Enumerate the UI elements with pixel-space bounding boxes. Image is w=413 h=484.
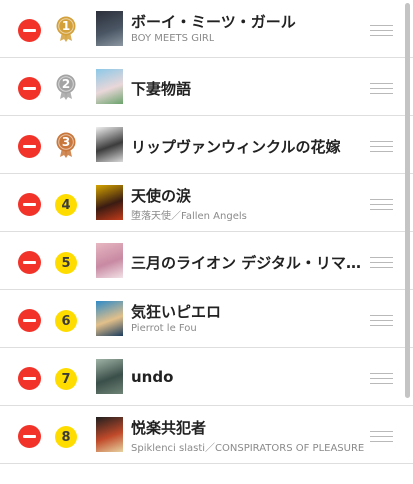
delete-icon[interactable] xyxy=(18,251,41,274)
medal-icon: 3 xyxy=(55,132,77,158)
movie-title: undo xyxy=(131,368,174,386)
medal-icon: 1 xyxy=(55,16,77,42)
drag-handle-icon[interactable] xyxy=(370,431,393,442)
movie-ranking-list: 1 ボーイ・ミーツ・ガール BOY MEETS GIRL 2 下妻物語 3 リップヴァンウィ… xyxy=(0,0,413,484)
delete-icon[interactable] xyxy=(18,425,41,448)
rank-number: 1 xyxy=(61,19,71,33)
drag-handle-icon[interactable] xyxy=(370,83,393,94)
movie-poster-thumbnail xyxy=(96,359,123,394)
rank-badge: 7 xyxy=(55,368,77,390)
drag-handle-icon[interactable] xyxy=(370,141,393,152)
drag-handle-icon[interactable] xyxy=(370,373,393,384)
delete-icon[interactable] xyxy=(18,77,41,100)
rank-badge: 6 xyxy=(55,310,77,332)
scrollbar[interactable] xyxy=(405,3,410,398)
movie-title: リップヴァンウィンクルの花嫁 xyxy=(131,138,341,156)
rank-number: 3 xyxy=(61,135,71,149)
movie-title: 悦楽共犯者 xyxy=(131,419,207,437)
drag-handle-icon[interactable] xyxy=(370,257,393,268)
delete-icon[interactable] xyxy=(18,367,41,390)
movie-poster-thumbnail xyxy=(96,69,123,104)
movie-poster-thumbnail xyxy=(96,417,123,452)
rank-badge: 8 xyxy=(55,426,77,448)
list-item[interactable]: 1 ボーイ・ミーツ・ガール BOY MEETS GIRL xyxy=(0,0,413,58)
list-item[interactable]: 8 悦楽共犯者 Spiklenci slasti／CONSPIRATORS OF P… xyxy=(0,406,413,464)
movie-subtitle: Spiklenci slasti／CONSPIRATORS OF PLEASUR… xyxy=(131,443,365,454)
rank-badge: 4 xyxy=(55,194,77,216)
movie-subtitle: BOY MEETS GIRL xyxy=(131,33,215,44)
list-item[interactable]: 5 三月のライオン デジタル・リマスター版 xyxy=(0,232,413,290)
list-item[interactable]: 4 天使の涙堕落天使／Fallen Angels xyxy=(0,174,413,232)
movie-title: 天使の涙 xyxy=(131,187,192,205)
movie-title: 三月のライオン デジタル・リマスター版 xyxy=(131,254,361,272)
delete-icon[interactable] xyxy=(18,135,41,158)
delete-icon[interactable] xyxy=(18,193,41,216)
list-item[interactable]: 7 undo xyxy=(0,348,413,406)
medal-icon: 2 xyxy=(55,74,77,100)
movie-title: 下妻物語 xyxy=(131,80,192,98)
movie-poster-thumbnail xyxy=(96,11,123,46)
movie-poster-thumbnail xyxy=(96,185,123,220)
rank-number: 2 xyxy=(61,77,71,91)
list-item[interactable]: 6 気狂いピエロ Pierrot le Fou xyxy=(0,290,413,348)
delete-icon[interactable] xyxy=(18,19,41,42)
movie-title: ボーイ・ミーツ・ガール xyxy=(131,13,296,31)
drag-handle-icon[interactable] xyxy=(370,315,393,326)
delete-icon[interactable] xyxy=(18,309,41,332)
drag-handle-icon[interactable] xyxy=(370,199,393,210)
movie-poster-thumbnail xyxy=(96,243,123,278)
movie-subtitle: Pierrot le Fou xyxy=(131,323,197,334)
list-item[interactable]: 3 リップヴァンウィンクルの花嫁 xyxy=(0,116,413,174)
movie-subtitle: 堕落天使／Fallen Angels xyxy=(131,211,247,222)
movie-poster-thumbnail xyxy=(96,127,123,162)
movie-title: 気狂いピエロ xyxy=(131,303,222,321)
drag-handle-icon[interactable] xyxy=(370,25,393,36)
movie-poster-thumbnail xyxy=(96,301,123,336)
rank-badge: 5 xyxy=(55,252,77,274)
list-item[interactable]: 2 下妻物語 xyxy=(0,58,413,116)
list-item[interactable] xyxy=(0,464,413,484)
